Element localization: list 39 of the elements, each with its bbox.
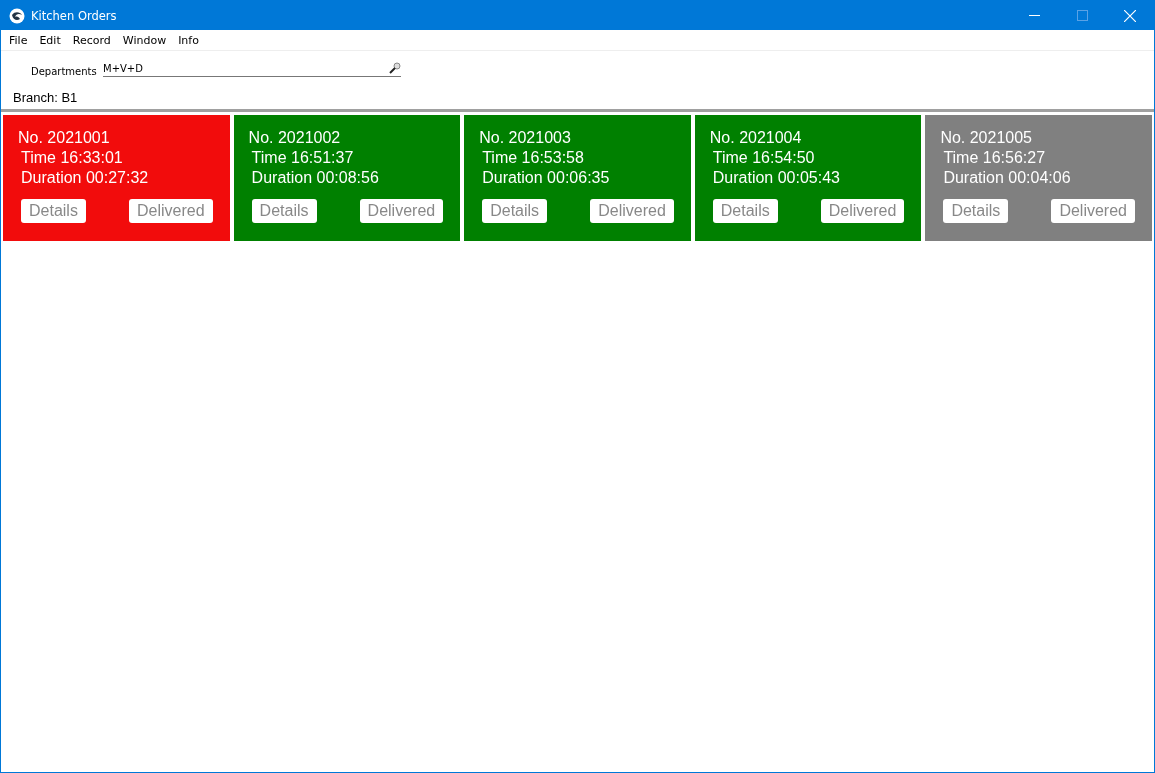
branch-label: Branch: B1 xyxy=(1,77,1154,112)
order-number: No. 2021004 xyxy=(709,128,803,148)
search-icon[interactable] xyxy=(389,62,401,74)
order-time: Time 16:51:37 xyxy=(250,148,355,168)
maximize-icon xyxy=(1076,10,1088,21)
order-duration: Duration 00:06:35 xyxy=(481,168,611,188)
order-number: No. 2021005 xyxy=(940,128,1033,148)
order-duration: Duration 00:27:32 xyxy=(20,168,150,188)
departments-field[interactable]: M+V+D xyxy=(103,60,401,77)
order-time: Time 16:53:58 xyxy=(481,148,585,168)
delivered-button[interactable]: Delivered xyxy=(590,199,674,223)
order-duration: Duration 00:08:56 xyxy=(250,168,380,188)
delivered-button[interactable]: Delivered xyxy=(1051,199,1135,223)
order-time: Time 16:54:50 xyxy=(711,148,816,168)
order-duration: Duration 00:04:06 xyxy=(942,168,1072,188)
menu-item[interactable]: Window xyxy=(117,33,172,47)
close-icon xyxy=(1124,9,1136,22)
minimize-icon xyxy=(1028,15,1040,16)
app-logo-icon xyxy=(9,7,25,24)
order-time: Time 16:33:01 xyxy=(20,148,124,168)
delivered-button[interactable]: Delivered xyxy=(820,199,905,223)
order-number: No. 2021003 xyxy=(479,128,572,148)
details-button[interactable]: Details xyxy=(943,199,1009,223)
field-label: Departments xyxy=(31,66,98,77)
order-number: No. 2021002 xyxy=(248,128,342,148)
menu-item[interactable]: Info xyxy=(173,33,204,47)
details-button[interactable]: Details xyxy=(21,199,86,223)
details-button[interactable]: Details xyxy=(251,199,317,223)
order-number: No. 2021001 xyxy=(18,128,111,148)
menu-item[interactable]: Record xyxy=(67,33,116,47)
window-title: Kitchen Orders xyxy=(31,8,118,23)
order-time: Time 16:56:27 xyxy=(942,148,1047,168)
delivered-button[interactable]: Delivered xyxy=(129,199,213,223)
menu-item[interactable]: File xyxy=(4,33,33,47)
details-button[interactable]: Details xyxy=(712,199,778,223)
delivered-button[interactable]: Delivered xyxy=(359,199,444,223)
order-duration: Duration 00:05:43 xyxy=(711,168,841,188)
details-button[interactable]: Details xyxy=(482,199,548,223)
menu-item[interactable]: Edit xyxy=(34,33,66,47)
